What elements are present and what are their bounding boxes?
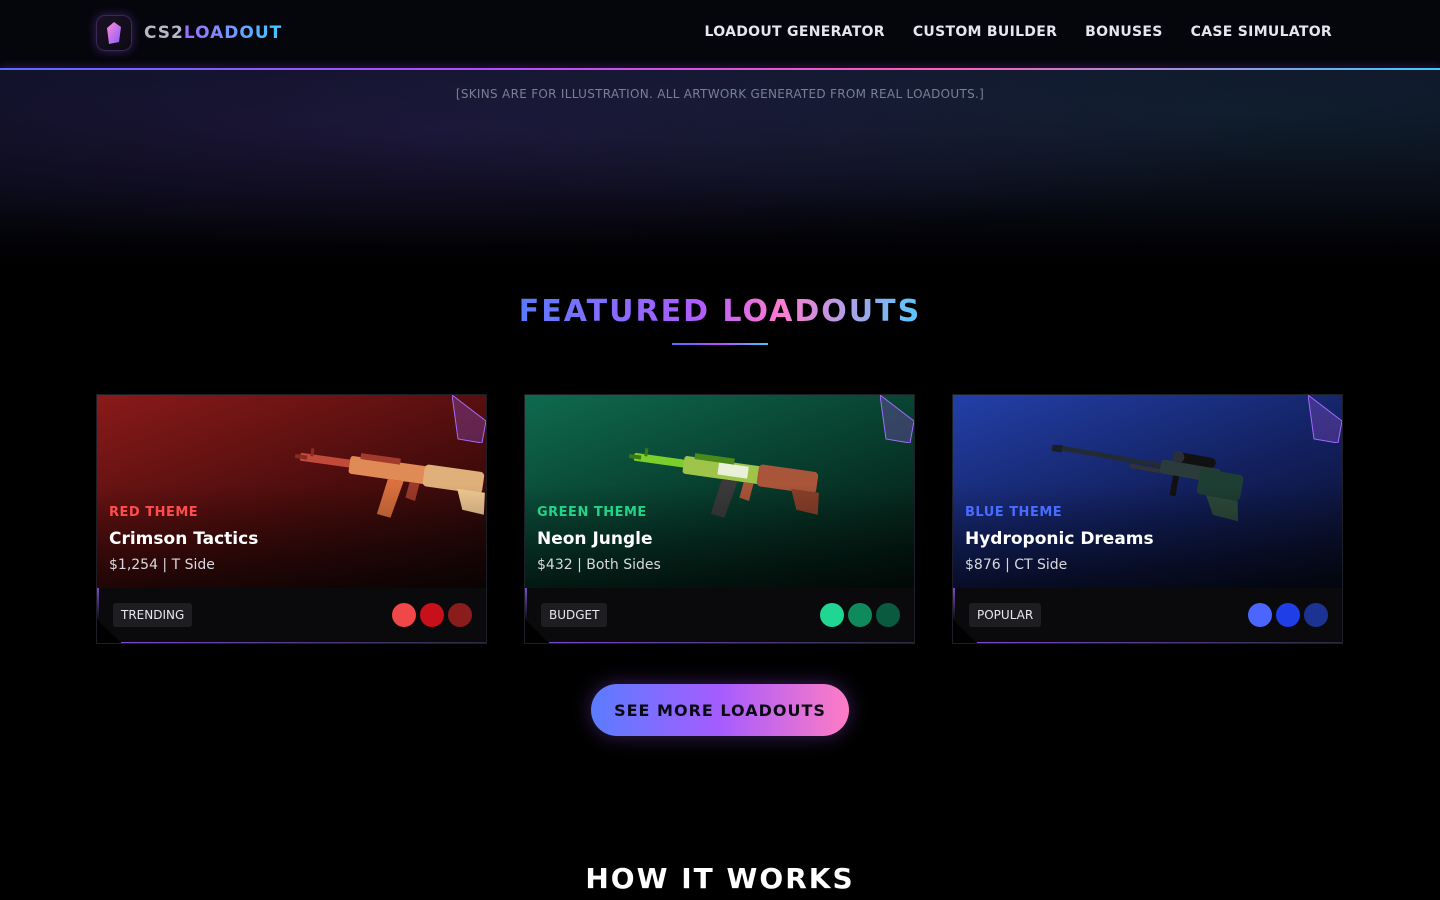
color-swatch bbox=[820, 603, 844, 627]
card-price-side: $432 | Both Sides bbox=[537, 557, 661, 573]
card-accent-edge bbox=[953, 588, 955, 620]
corner-gem-icon bbox=[452, 395, 486, 443]
trending-badge: TRENDING bbox=[113, 603, 193, 627]
popular-badge: POPULAR bbox=[969, 603, 1042, 627]
color-swatch bbox=[448, 603, 472, 627]
illustration-disclaimer: [SKINS ARE FOR ILLUSTRATION. ALL ARTWORK… bbox=[455, 87, 985, 101]
card-accent-edge bbox=[97, 588, 99, 620]
brand-name-part1: CS2 bbox=[144, 23, 184, 43]
nav-case-simulator[interactable]: CASE SIMULATOR bbox=[1191, 24, 1332, 40]
card-title: Neon Jungle bbox=[537, 529, 653, 549]
card-corner-cut bbox=[953, 619, 977, 643]
card-accent-bottom bbox=[549, 642, 914, 643]
color-swatches bbox=[820, 603, 900, 627]
nav-bonuses[interactable]: BONUSES bbox=[1085, 24, 1163, 40]
see-more-loadouts-button[interactable]: SEE MORE LOADOUTS bbox=[591, 684, 849, 736]
site-logo[interactable]: CS2LOADOUT bbox=[96, 15, 282, 51]
featured-loadouts-title: FEATURED LOADOUTS bbox=[0, 294, 1440, 329]
main-nav: LOADOUT GENERATOR CUSTOM BUILDER BONUSES… bbox=[705, 24, 1332, 40]
how-it-works-title: HOW IT WORKS bbox=[585, 862, 855, 895]
nav-loadout-generator[interactable]: LOADOUT GENERATOR bbox=[705, 24, 885, 40]
title-underline bbox=[672, 343, 768, 345]
card-price-side: $876 | CT Side bbox=[965, 557, 1068, 573]
card-title: Crimson Tactics bbox=[109, 529, 259, 549]
loadout-card-neon-jungle[interactable]: GREEN THEME Neon Jungle $432 | Both Side… bbox=[524, 394, 915, 644]
color-swatch bbox=[1276, 603, 1300, 627]
crystal-logo-icon bbox=[96, 15, 132, 51]
card-accent-bottom bbox=[977, 642, 1342, 643]
corner-gem-icon bbox=[1308, 395, 1342, 443]
card-footer: BUDGET bbox=[525, 588, 914, 643]
card-corner-cut bbox=[97, 619, 121, 643]
card-accent-edge bbox=[525, 588, 527, 620]
card-title: Hydroponic Dreams bbox=[965, 529, 1154, 549]
card-footer: TRENDING bbox=[97, 588, 486, 643]
budget-badge: BUDGET bbox=[541, 603, 608, 627]
color-swatch bbox=[876, 603, 900, 627]
brand-name-part2: LOADOUT bbox=[183, 23, 283, 43]
color-swatch bbox=[392, 603, 416, 627]
card-theme-label: BLUE THEME bbox=[965, 505, 1063, 520]
color-swatch bbox=[420, 603, 444, 627]
loadout-card-crimson-tactics[interactable]: RED THEME Crimson Tactics $1,254 | T Sid… bbox=[96, 394, 487, 644]
card-theme-label: RED THEME bbox=[109, 505, 199, 520]
card-corner-cut bbox=[525, 619, 549, 643]
color-swatches bbox=[392, 603, 472, 627]
color-swatches bbox=[1248, 603, 1328, 627]
card-price-side: $1,254 | T Side bbox=[109, 557, 215, 573]
corner-gem-icon bbox=[880, 395, 914, 443]
nav-custom-builder[interactable]: CUSTOM BUILDER bbox=[913, 24, 1057, 40]
site-header: CS2LOADOUT LOADOUT GENERATOR CUSTOM BUIL… bbox=[0, 0, 1440, 70]
color-swatch bbox=[1304, 603, 1328, 627]
color-swatch bbox=[848, 603, 872, 627]
loadout-card-hydroponic-dreams[interactable]: BLUE THEME Hydroponic Dreams $876 | CT S… bbox=[952, 394, 1343, 644]
featured-loadouts-title-text: FEATURED LOADOUTS bbox=[518, 294, 922, 329]
color-swatch bbox=[1248, 603, 1272, 627]
card-accent-bottom bbox=[121, 642, 486, 643]
brand-name: CS2LOADOUT bbox=[144, 23, 282, 43]
card-footer: POPULAR bbox=[953, 588, 1342, 643]
card-theme-label: GREEN THEME bbox=[537, 505, 647, 520]
